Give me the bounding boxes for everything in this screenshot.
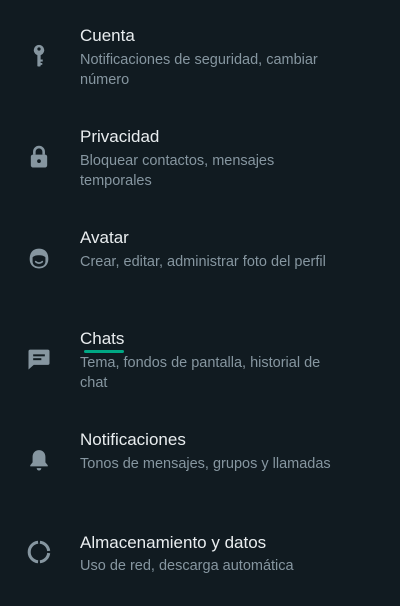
settings-item-privacy[interactable]: Privacidad Bloquear contactos, mensajes … [0,101,400,202]
settings-item-title: Almacenamiento y datos [80,533,267,552]
settings-list: Cuenta Notificaciones de seguridad, camb… [0,0,400,606]
settings-item-chats[interactable]: Chats Tema, fondos de pantalla, historia… [0,303,400,404]
key-icon [25,42,53,70]
settings-item-title: Avatar [80,228,129,247]
settings-item-title: Privacidad [80,127,160,146]
settings-item-subtitle: Bloquear contactos, mensajes temporales [80,153,275,189]
settings-item-storage[interactable]: Almacenamiento y datos Uso de red, desca… [0,505,400,606]
settings-item-subtitle: Uso de red, descarga automática [80,558,294,574]
chat-icon [25,345,53,373]
settings-item-title: Notificaciones [80,430,186,449]
settings-item-notifications[interactable]: Notificaciones Tonos de mensajes, grupos… [0,404,400,505]
settings-item-title: Chats [80,329,125,348]
settings-item-avatar[interactable]: Avatar Crear, editar, administrar foto d… [0,202,400,303]
lock-icon [25,143,53,171]
settings-item-account[interactable]: Cuenta Notificaciones de seguridad, camb… [0,0,400,101]
settings-item-subtitle: Tonos de mensajes, grupos y llamadas [80,456,331,472]
settings-item-subtitle: Notificaciones de seguridad, cambiar núm… [80,52,318,88]
bell-icon [25,446,53,474]
settings-item-subtitle: Tema, fondos de pantalla, historial de c… [80,355,321,391]
storage-circle-icon [25,538,53,566]
settings-item-title: Cuenta [80,26,135,45]
avatar-face-icon [25,244,53,272]
settings-item-subtitle: Crear, editar, administrar foto del perf… [80,254,326,270]
